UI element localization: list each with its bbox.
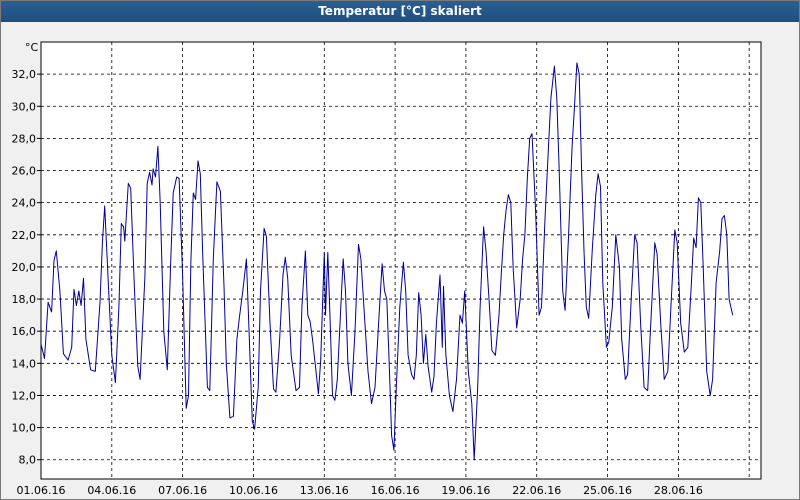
window-title: Temperatur [°C] skaliert: [1, 1, 799, 22]
chart-window: Temperatur [°C] skaliert 8,0 10,0 12,0 14,0…: [0, 0, 800, 500]
y-tick-label: 18,0: [12, 293, 37, 306]
y-tick-label: 12,0: [12, 389, 37, 402]
x-tick-label: 07.06.16: [158, 484, 207, 497]
x-tick-label: 25.06.16: [583, 484, 632, 497]
x-tick-label: 16.06.16: [371, 484, 420, 497]
x-tick-label: 28.06.16: [654, 484, 703, 497]
y-tick-label: 30,0: [12, 100, 37, 113]
x-tick-label: 01.06.16: [17, 484, 66, 497]
y-tick-label: 22,0: [12, 229, 37, 242]
y-tick-labels: 8,0 10,0 12,0 14,0 16,0 18,0 20,0 22,0 24,0 26,0 2…: [12, 68, 37, 467]
y-tick-label: 24,0: [12, 197, 37, 210]
y-tick-label: 20,0: [12, 261, 37, 274]
x-tick-label: 04.06.16: [87, 484, 136, 497]
x-tick-label: 10.06.16: [229, 484, 278, 497]
y-tick-label: 26,0: [12, 165, 37, 178]
y-tick-label: 28,0: [12, 132, 37, 145]
x-tick-label: 13.06.16: [300, 484, 349, 497]
y-tick-label: 10,0: [12, 422, 37, 435]
y-tick-label: 8,0: [19, 454, 37, 467]
x-tick-labels: 01.06.16 04.06.16 07.06.16 10.06.16 13.06.16…: [17, 484, 703, 497]
y-tick-label: 32,0: [12, 68, 37, 81]
x-tick-label: 19.06.16: [441, 484, 490, 497]
y-tick-label: 16,0: [12, 325, 37, 338]
y-axis-unit-label: °C: [25, 41, 39, 54]
plot-background: [40, 41, 762, 480]
y-tick-label: 14,0: [12, 357, 37, 370]
chart-area: 8,0 10,0 12,0 14,0 16,0 18,0 20,0 22,0 24,0 26,0 2…: [1, 22, 799, 499]
temperature-chart: 8,0 10,0 12,0 14,0 16,0 18,0 20,0 22,0 24,0 26,0 2…: [12, 41, 762, 497]
x-tick-label: 22.06.16: [512, 484, 561, 497]
